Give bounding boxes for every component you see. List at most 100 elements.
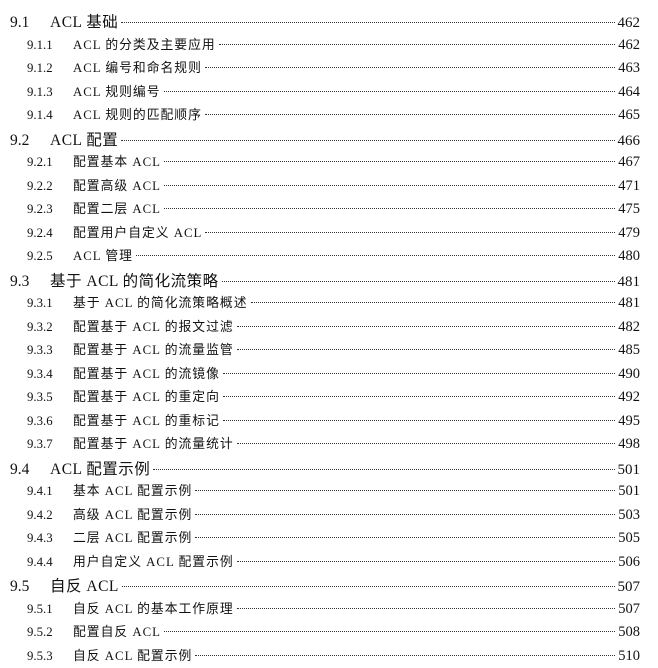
toc-entry-number: 9.2.2 bbox=[27, 179, 73, 194]
toc-entry-number: 9.5.3 bbox=[27, 649, 73, 664]
toc-subsection-entry[interactable]: 9.5.2配置自反 ACL508 bbox=[10, 621, 640, 645]
toc-entry-title: ACL 的分类及主要应用 bbox=[73, 34, 216, 53]
toc-entry-page-number: 501 bbox=[618, 483, 640, 500]
toc-entry-title: 自反 ACL 的基本工作原理 bbox=[73, 598, 234, 617]
toc-entry-number: 9.1 bbox=[10, 14, 50, 32]
toc-subsection-entry[interactable]: 9.4.1基本 ACL 配置示例 501 bbox=[10, 480, 640, 504]
dot-leader bbox=[195, 655, 615, 656]
toc-entry-page-number: 464 bbox=[618, 84, 640, 101]
toc-entry-number: 9.3.3 bbox=[27, 343, 73, 358]
toc-section-entry[interactable]: 9.3基于 ACL 的简化流策略481 bbox=[10, 269, 640, 293]
toc-entry-page-number: 501 bbox=[618, 462, 641, 479]
toc-entry-title: ACL 规则的匹配顺序 bbox=[73, 104, 202, 123]
toc-entry-page-number: 485 bbox=[618, 342, 640, 359]
toc-entry-title: 用户自定义 ACL 配置示例 bbox=[73, 551, 234, 570]
toc-subsection-entry[interactable]: 9.5.3自反 ACL 配置示例510 bbox=[10, 645, 640, 668]
toc-entry-page-number: 462 bbox=[618, 15, 641, 32]
toc-entry-title: ACL 编号和命名规则 bbox=[73, 57, 202, 76]
toc-entry-title: 配置自反 ACL bbox=[73, 621, 161, 640]
toc-subsection-entry[interactable]: 9.5.1自反 ACL 的基本工作原理 507 bbox=[10, 598, 640, 622]
toc-subsection-entry[interactable]: 9.4.2高级 ACL 配置示例503 bbox=[10, 504, 640, 528]
toc-entry-page-number: 505 bbox=[618, 530, 640, 547]
toc-entry-number: 9.2.1 bbox=[27, 155, 73, 170]
toc-subsection-entry[interactable]: 9.2.2配置高级 ACL 471 bbox=[10, 175, 640, 199]
toc-subsection-entry[interactable]: 9.4.4用户自定义 ACL 配置示例 506 bbox=[10, 551, 640, 575]
toc-entry-page-number: 467 bbox=[618, 154, 640, 171]
toc-entry-number: 9.3.1 bbox=[27, 296, 73, 311]
toc-entry-number: 9.4.4 bbox=[27, 555, 73, 570]
dot-leader bbox=[136, 255, 615, 256]
toc-entry-title: 自反 ACL 配置示例 bbox=[73, 645, 192, 664]
toc-subsection-entry[interactable]: 9.2.4配置用户自定义 ACL479 bbox=[10, 222, 640, 246]
toc-entry-number: 9.3.5 bbox=[27, 390, 73, 405]
toc-subsection-entry[interactable]: 9.3.4配置基于 ACL 的流镜像 490 bbox=[10, 363, 640, 387]
toc-subsection-entry[interactable]: 9.2.5ACL 管理480 bbox=[10, 245, 640, 269]
dot-leader bbox=[195, 514, 615, 515]
toc-section-entry[interactable]: 9.1ACL 基础462 bbox=[10, 10, 640, 34]
toc-entry-number: 9.4 bbox=[10, 461, 50, 479]
toc-subsection-entry[interactable]: 9.1.2ACL 编号和命名规则463 bbox=[10, 57, 640, 81]
dot-leader bbox=[164, 91, 616, 92]
dot-leader bbox=[164, 185, 615, 186]
toc-subsection-entry[interactable]: 9.3.6配置基于 ACL 的重标记495 bbox=[10, 410, 640, 434]
toc-entry-page-number: 471 bbox=[618, 178, 640, 195]
toc-entry-number: 9.3.4 bbox=[27, 367, 73, 382]
dot-leader bbox=[153, 469, 614, 470]
toc-subsection-entry[interactable]: 9.1.3ACL 规则编号 464 bbox=[10, 81, 640, 105]
toc-entry-number: 9.1.4 bbox=[27, 108, 73, 123]
dot-leader bbox=[237, 608, 616, 609]
toc-entry-page-number: 482 bbox=[618, 319, 640, 336]
toc-entry-title: 二层 ACL 配置示例 bbox=[73, 527, 192, 546]
toc-entry-title: ACL 管理 bbox=[73, 245, 133, 264]
toc-entry-number: 9.2.3 bbox=[27, 202, 73, 217]
toc-subsection-entry[interactable]: 9.4.3二层 ACL 配置示例505 bbox=[10, 527, 640, 551]
toc-section-entry[interactable]: 9.2ACL 配置466 bbox=[10, 128, 640, 152]
dot-leader bbox=[164, 631, 615, 632]
toc-entry-number: 9.5 bbox=[10, 578, 50, 596]
toc-entry-title: 配置基于 ACL 的重定向 bbox=[73, 386, 220, 405]
toc-entry-title: 配置基于 ACL 的流镜像 bbox=[73, 363, 220, 382]
dot-leader bbox=[205, 67, 615, 68]
dot-leader bbox=[121, 22, 614, 23]
dot-leader bbox=[222, 281, 615, 282]
dot-leader bbox=[237, 443, 616, 444]
toc-entry-number: 9.4.1 bbox=[27, 484, 73, 499]
toc-entry-page-number: 508 bbox=[618, 624, 640, 641]
toc-entry-title: 配置高级 ACL bbox=[73, 175, 161, 194]
toc-entry-title: 配置基于 ACL 的流量统计 bbox=[73, 433, 234, 452]
toc-subsection-entry[interactable]: 9.3.3配置基于 ACL 的流量监管485 bbox=[10, 339, 640, 363]
toc-entry-title: ACL 规则编号 bbox=[73, 81, 161, 100]
toc-subsection-entry[interactable]: 9.3.1基于 ACL 的简化流策略概述 481 bbox=[10, 292, 640, 316]
toc-entry-page-number: 507 bbox=[618, 601, 640, 618]
toc-subsection-entry[interactable]: 9.2.1配置基本 ACL467 bbox=[10, 151, 640, 175]
toc-entry-title: 高级 ACL 配置示例 bbox=[73, 504, 192, 523]
toc-section-entry[interactable]: 9.4ACL 配置示例 501 bbox=[10, 457, 640, 481]
toc-subsection-entry[interactable]: 9.3.2配置基于 ACL 的报文过滤482 bbox=[10, 316, 640, 340]
toc-entry-number: 9.3.2 bbox=[27, 320, 73, 335]
toc-subsection-entry[interactable]: 9.3.5配置基于 ACL 的重定向492 bbox=[10, 386, 640, 410]
toc-subsection-entry[interactable]: 9.1.4ACL 规则的匹配顺序465 bbox=[10, 104, 640, 128]
toc-entry-page-number: 503 bbox=[618, 507, 640, 524]
toc-entry-page-number: 498 bbox=[618, 436, 640, 453]
toc-entry-number: 9.1.3 bbox=[27, 85, 73, 100]
toc-entry-title: ACL 配置示例 bbox=[50, 457, 150, 479]
toc-entry-number: 9.2.4 bbox=[27, 226, 73, 241]
toc-entry-title: 基本 ACL 配置示例 bbox=[73, 480, 192, 499]
dot-leader bbox=[251, 302, 616, 303]
toc-entry-page-number: 506 bbox=[618, 554, 640, 571]
toc-entry-number: 9.2.5 bbox=[27, 249, 73, 264]
toc-entry-page-number: 495 bbox=[618, 413, 640, 430]
dot-leader bbox=[205, 232, 615, 233]
toc-entry-page-number: 481 bbox=[618, 274, 641, 291]
toc-subsection-entry[interactable]: 9.3.7配置基于 ACL 的流量统计498 bbox=[10, 433, 640, 457]
toc-subsection-entry[interactable]: 9.2.3配置二层 ACL475 bbox=[10, 198, 640, 222]
toc-entry-number: 9.1.1 bbox=[27, 38, 73, 53]
toc-section-entry[interactable]: 9.5自反 ACL507 bbox=[10, 574, 640, 598]
toc-subsection-entry[interactable]: 9.1.1ACL 的分类及主要应用462 bbox=[10, 34, 640, 58]
toc-entry-page-number: 463 bbox=[618, 60, 640, 77]
toc-entry-page-number: 490 bbox=[618, 366, 640, 383]
dot-leader bbox=[223, 396, 615, 397]
toc-entry-page-number: 481 bbox=[618, 295, 640, 312]
toc-entry-number: 9.5.1 bbox=[27, 602, 73, 617]
toc-entry-title: 基于 ACL 的简化流策略概述 bbox=[73, 292, 248, 311]
